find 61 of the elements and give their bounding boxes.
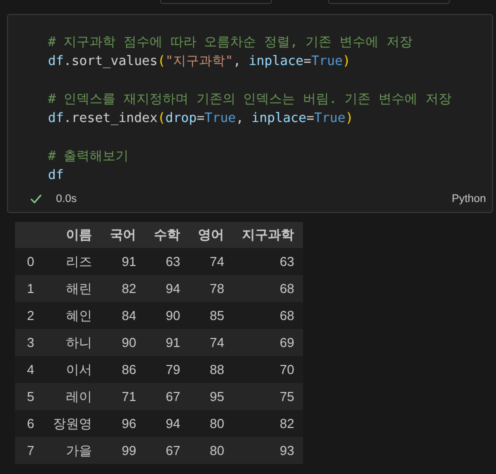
code-comment: # 인덱스를 재지정하며 기존의 인덱스는 버림. 기존 변수에 저장 [48,92,452,107]
table-cell: 88 [189,356,234,383]
table-cell: 80 [189,410,234,437]
row-index: 0 [15,248,44,275]
table-cell: 혜인 [44,302,102,329]
table-cell: 68 [233,275,304,302]
table-cell: 85 [189,302,234,329]
row-index: 5 [15,383,44,410]
table-cell: 94 [145,275,190,302]
column-header: 영어 [189,222,234,248]
table-cell: 63 [145,248,190,275]
code-comment: # 출력해보기 [48,149,129,164]
row-index: 1 [15,275,44,302]
table-cell: 90 [145,302,190,329]
table-cell: 86 [101,356,146,383]
column-header: 이름 [44,222,102,248]
table-cell: 레이 [44,383,102,410]
row-index: 3 [15,329,44,356]
table-cell: 91 [101,248,146,275]
table-cell: 70 [233,356,304,383]
row-index: 2 [15,302,44,329]
column-header: 수학 [145,222,190,248]
table-cell: 78 [189,275,234,302]
table-cell: 84 [101,302,146,329]
table-cell: 82 [101,275,146,302]
table-cell: 장원영 [44,410,102,437]
table-cell: 하니 [44,329,102,356]
code-line: df.reset_index(drop=True, inplace=True) [48,111,354,126]
table-cell: 74 [189,329,234,356]
table-cell: 68 [233,302,304,329]
table-cell: 93 [233,437,304,464]
table-cell: 63 [233,248,304,275]
table-cell: 99 [101,437,146,464]
row-index: 6 [15,410,44,437]
table-cell: 82 [233,410,304,437]
table-cell: 가을 [44,437,102,464]
table-cell: 79 [145,356,190,383]
row-index: 4 [15,356,44,383]
table-cell: 해린 [44,275,102,302]
row-index: 7 [15,437,44,464]
code-line: df [48,168,64,183]
column-header: 국어 [101,222,146,248]
code-line: df.sort_values("지구과학", inplace=True) [48,54,350,69]
column-header: 지구과학 [233,222,304,248]
code-comment: # 지구과학 점수에 따라 오름차순 정렬, 기존 변수에 저장 [48,35,412,50]
table-cell: 74 [189,248,234,275]
table-cell: 이서 [44,356,102,383]
table-cell: 94 [145,410,190,437]
table-cell: 71 [101,383,146,410]
table-cell: 91 [145,329,190,356]
table-cell: 67 [145,383,190,410]
table-cell: 80 [189,437,234,464]
table-cell: 90 [101,329,146,356]
table-cell: 75 [233,383,304,410]
table-cell: 96 [101,410,146,437]
table-cell: 95 [189,383,234,410]
language-label[interactable]: Python [452,193,486,205]
table-cell: 리즈 [44,248,102,275]
table-cell: 69 [233,329,304,356]
execution-time: 0.0s [56,193,77,205]
table-cell: 67 [145,437,190,464]
